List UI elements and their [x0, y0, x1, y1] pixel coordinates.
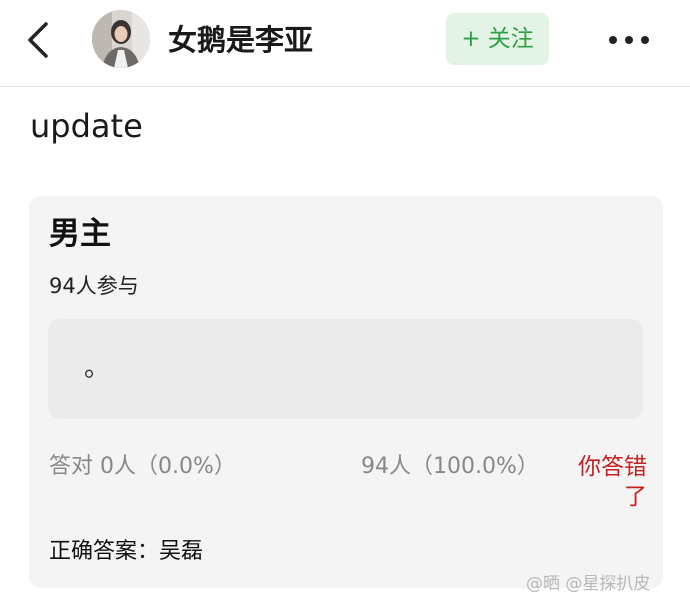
watermark: @晒 @星探扒皮 [526, 574, 651, 594]
quiz-title: 男主 [49, 216, 111, 252]
wrong-count-stat: 94人（100.0%） [361, 454, 539, 479]
avatar[interactable] [92, 10, 150, 68]
your-answer-status: 你答错了 [578, 454, 647, 510]
quiz-option[interactable]: 。 [48, 319, 643, 419]
top-nav-bar: 女鹅是李亚 + 关注 [0, 0, 690, 87]
back-arrow-icon[interactable] [22, 20, 58, 60]
participant-count: 94人参与 [49, 274, 139, 298]
username[interactable]: 女鹅是李亚 [168, 20, 313, 60]
correct-count-stat: 答对 0人（0.0%） [49, 454, 236, 479]
more-options-icon[interactable] [606, 28, 652, 52]
follow-button[interactable]: + 关注 [446, 13, 549, 65]
correct-answer: 正确答案：吴磊 [49, 539, 204, 564]
post-text: update [30, 107, 143, 145]
quiz-card: 男主 94人参与 。 答对 0人（0.0%） 94人（100.0%） 你答错了 … [29, 196, 663, 588]
option-text: 。 [84, 353, 111, 383]
